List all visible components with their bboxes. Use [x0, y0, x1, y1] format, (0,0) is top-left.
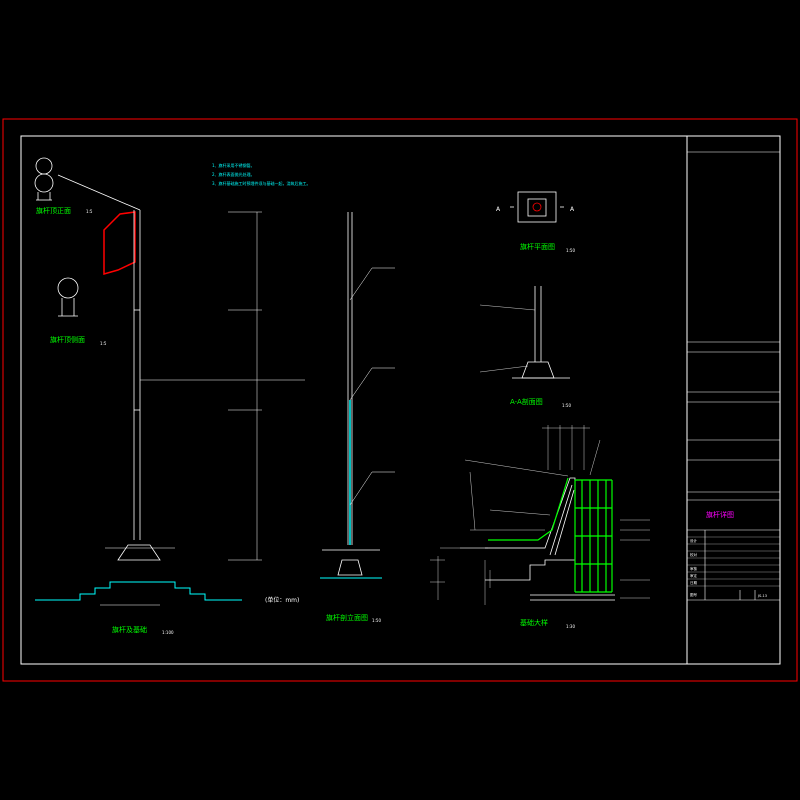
pole-section-elevation: [322, 212, 380, 576]
note-2: 3、旗杆基础施工时预埋件须与基础一起，浇筑后施工。: [212, 180, 311, 186]
pole-foundation-title: 旗杆及基础: [112, 625, 147, 634]
tb-row-3: 审定: [690, 573, 698, 578]
tb-row-1: 校对: [690, 552, 698, 557]
pole-plan-circle: [532, 202, 542, 212]
base-dimension-lines: [100, 547, 175, 606]
title-block: [687, 151, 780, 601]
tb-row-2: 审核: [690, 566, 698, 571]
notes: 1、旗杆采用不锈钢管。 2、旗杆表面抛光处理。 3、旗杆基础施工时预埋件须与基础…: [212, 162, 311, 186]
aa-section-scale: 1:50: [562, 403, 571, 408]
pole-elevation: [117, 210, 161, 561]
tb-row-5: 图号: [690, 592, 698, 597]
aa-section-title: A-A剖面图: [510, 397, 543, 406]
flag-side-title: 旗杆顶侧面: [50, 335, 85, 344]
tb-row-4: 日期: [690, 580, 698, 585]
pole-dimension-chain: [140, 211, 305, 561]
section-marker-right: A: [570, 206, 575, 213]
tb-sheet-no: JS-13: [757, 594, 767, 598]
title-block-row-labels: 设计 校对 审核 审定 日期 图号 JS-13: [690, 538, 767, 598]
flag-side-scale: 1:5: [100, 341, 107, 346]
pole-plan-title: 旗杆平面图: [520, 242, 555, 251]
pole-plan-scale: 1:50: [566, 248, 575, 253]
pole-section-scale: 1:50: [372, 618, 381, 623]
tb-row-0: 设计: [690, 538, 698, 543]
section-marker-left: A: [496, 206, 501, 213]
detail-title: 基础大样: [520, 618, 548, 627]
ground-steps: [35, 581, 242, 601]
pole-section-title: 旗杆剖立面图: [326, 613, 368, 622]
title-block-sheet-title: 旗杆详图: [706, 510, 734, 519]
note-1: 2、旗杆表面抛光处理。: [212, 171, 255, 177]
outer-border: [2, 118, 798, 682]
aa-section-view: [512, 286, 570, 379]
note-0: 1、旗杆采用不锈钢管。: [212, 162, 255, 168]
flag-top-side-view: [57, 277, 79, 317]
pole-plan-view: [510, 191, 564, 223]
aa-leaders: [479, 304, 536, 373]
flag-front-title: 旗杆顶正面: [36, 206, 71, 215]
cad-drawing-canvas: 旗杆详图 设计 校对 审核 审定 日期 图号 JS-13 旗杆顶正面 1:5 旗…: [2, 118, 798, 682]
foundation-detail: [430, 425, 650, 605]
section-leaders: [349, 267, 395, 506]
flag-top-front-view: [34, 157, 141, 211]
detail-scale: 1:30: [566, 624, 575, 629]
unit-note: (单位：mm): [265, 596, 299, 604]
flag-shape: [103, 211, 136, 275]
pole-foundation-scale: 1:100: [162, 630, 174, 635]
title-block-rows: [687, 536, 780, 587]
flag-front-scale: 1:5: [86, 209, 93, 214]
